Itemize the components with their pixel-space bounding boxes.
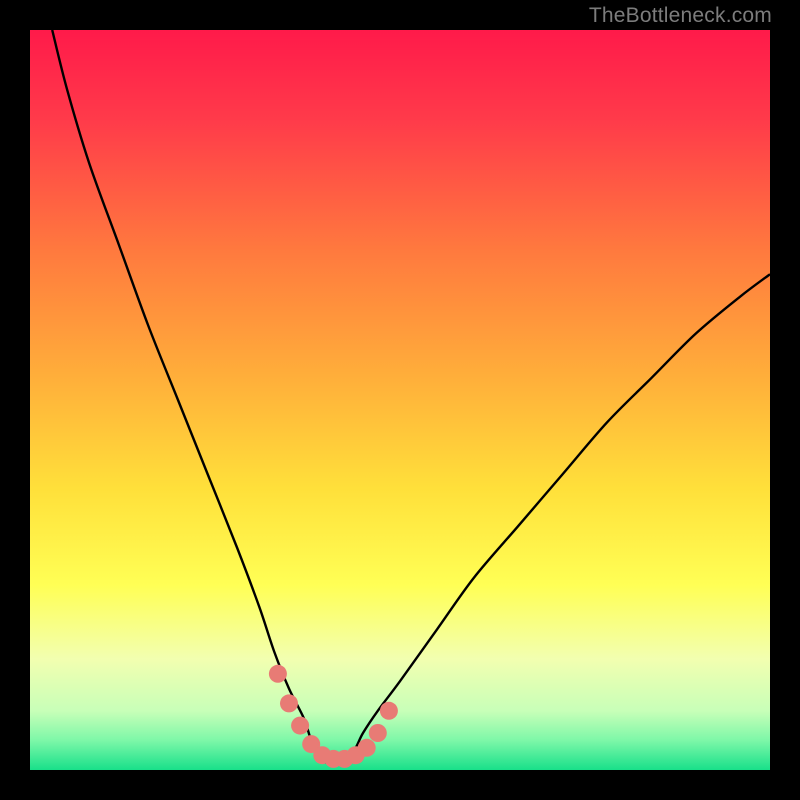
watermark-text: TheBottleneck.com xyxy=(589,4,772,28)
marker-dot xyxy=(291,717,309,735)
marker-dot xyxy=(358,739,376,757)
marker-dot xyxy=(269,665,287,683)
chart-svg xyxy=(30,30,770,770)
plot-area xyxy=(30,30,770,770)
outer-frame: TheBottleneck.com xyxy=(0,0,800,800)
marker-dot xyxy=(380,702,398,720)
marker-dot xyxy=(280,694,298,712)
marker-dot xyxy=(369,724,387,742)
bottleneck-curve xyxy=(52,30,770,763)
optimal-range-markers xyxy=(269,665,398,768)
